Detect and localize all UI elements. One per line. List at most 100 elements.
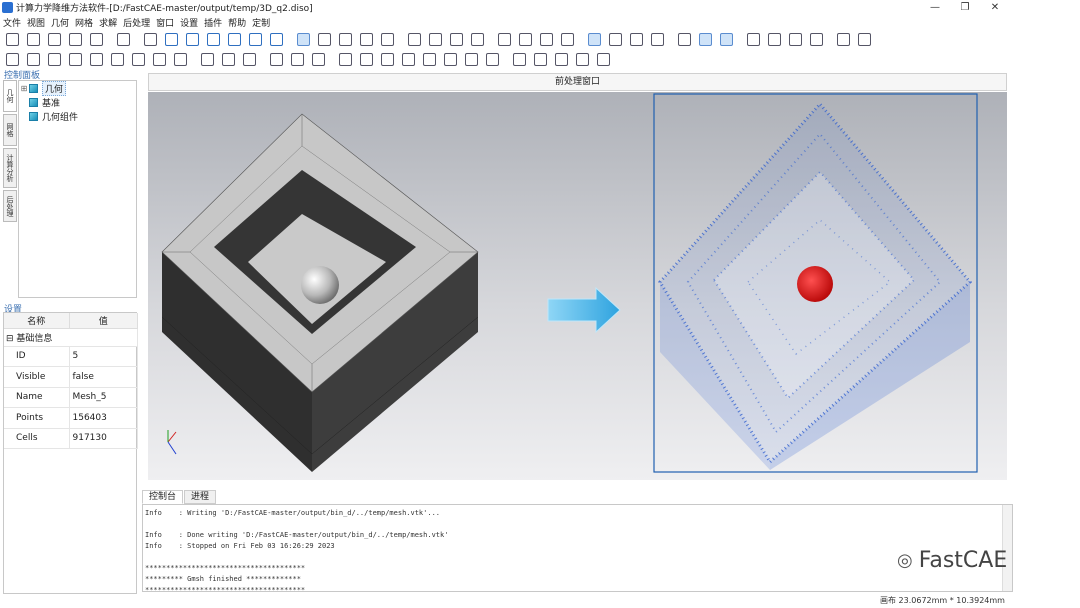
tab-geometry[interactable]: 几何 [3,80,17,112]
cone-icon[interactable] [69,52,82,66]
display-mode-2-icon[interactable] [699,32,712,46]
pick-cell-icon[interactable] [471,32,484,46]
cylinder-icon[interactable] [48,52,61,66]
tab-mesh[interactable]: 网格 [3,114,17,146]
cube-export-icon[interactable] [810,32,823,46]
mesh-edit-icon[interactable] [519,32,532,46]
property-value[interactable]: 156403 [69,407,138,429]
menu-customize[interactable]: 定制 [252,16,270,29]
sweep-icon[interactable] [243,52,256,66]
bool-common-icon[interactable] [312,52,325,66]
list-icon[interactable] [117,32,130,46]
datum-plane-icon[interactable] [555,52,568,66]
bool-union-icon[interactable] [270,52,283,66]
menu-postprocess[interactable]: 后处理 [123,16,150,29]
property-row[interactable]: Cells 917130 [4,428,138,449]
property-row[interactable]: Points 156403 [4,407,138,429]
tree-expand-icon[interactable]: ⊞ [19,84,29,93]
move-icon[interactable] [360,52,373,66]
axis-y-plus-icon[interactable] [207,32,220,46]
chamfer-icon[interactable] [444,52,457,66]
copy-icon[interactable] [90,32,103,46]
mesh-view-icon[interactable] [498,32,511,46]
datum-icon[interactable] [534,52,547,66]
save-as-icon[interactable] [69,32,82,46]
menu-solve[interactable]: 求解 [99,16,117,29]
collapse-icon[interactable]: ⊟ [6,334,14,344]
console-output[interactable]: Info : Writing 'D:/FastCAE-master/output… [142,504,1013,592]
wireframe-icon[interactable] [588,32,601,46]
array-icon[interactable] [402,52,415,66]
tab-console[interactable]: 控制台 [142,490,184,504]
menu-help[interactable]: 帮助 [228,16,246,29]
property-row[interactable]: Visible false [4,366,138,388]
axis-y-minus-icon[interactable] [228,32,241,46]
bool-cut-icon[interactable] [291,52,304,66]
tree-item-datum[interactable]: 基准 [19,95,136,109]
menu-window[interactable]: 窗口 [156,16,174,29]
undo-icon[interactable] [837,32,850,46]
display-mode-3-icon[interactable] [720,32,733,46]
tree-item-geometry-components[interactable]: 几何组件 [19,109,136,123]
pick-face-icon[interactable] [450,32,463,46]
l-shape-icon[interactable] [597,52,610,66]
new-file-icon[interactable] [6,32,19,46]
menu-file[interactable]: 文件 [3,16,21,29]
shell-icon[interactable] [486,52,499,66]
mirror-icon[interactable] [339,52,352,66]
axis-x-plus-icon[interactable] [165,32,178,46]
tree-item-geometry[interactable]: ⊞ 几何 [19,80,136,96]
points-view-icon[interactable] [651,32,664,46]
select-edge-icon[interactable] [339,32,352,46]
tab-analysis[interactable]: 计算分析 [3,148,17,188]
filter-icon[interactable] [297,32,310,46]
box-select-icon[interactable] [360,32,373,46]
revolve-icon[interactable] [222,52,235,66]
hexagon-icon[interactable] [789,32,802,46]
sphere-icon[interactable] [90,52,103,66]
open-folder-icon[interactable] [27,32,40,46]
property-row[interactable]: ID 5 [4,346,138,367]
tab-process[interactable]: 进程 [184,490,217,504]
cube-cut-icon[interactable] [768,32,781,46]
line-icon[interactable] [132,52,145,66]
mesh-point-cloud[interactable] [653,93,978,473]
axis-z-minus-icon[interactable] [270,32,283,46]
sketch-icon[interactable] [6,52,19,66]
box-select-alt-icon[interactable] [381,32,394,46]
close-button[interactable]: ✕ [980,0,1010,15]
polygon-icon[interactable] [174,52,187,66]
datum-axis-icon[interactable] [576,52,589,66]
property-group[interactable]: ⊟ 基础信息 [4,328,138,347]
extrude-icon[interactable] [201,52,214,66]
surface-icon[interactable] [609,32,622,46]
menu-geometry[interactable]: 几何 [51,16,69,29]
scene-canvas[interactable] [148,92,1007,480]
property-value[interactable]: false [69,366,138,388]
tab-postprocess[interactable]: 后处理 [3,190,17,222]
select-point-icon[interactable] [318,32,331,46]
axis-x-minus-icon[interactable] [186,32,199,46]
property-value[interactable]: 917130 [69,428,138,449]
redo-icon[interactable] [858,32,871,46]
split-icon[interactable] [465,52,478,66]
pick-node-icon[interactable] [408,32,421,46]
axis-z-plus-icon[interactable] [249,32,262,46]
display-mode-1-icon[interactable] [678,32,691,46]
property-value[interactable]: 5 [69,346,138,367]
pick-curve-icon[interactable] [429,32,442,46]
measure-icon[interactable] [513,52,526,66]
menu-view[interactable]: 视图 [27,16,45,29]
property-value[interactable]: Mesh_5 [69,387,138,408]
grid-select-icon[interactable] [144,32,157,46]
property-row[interactable]: Name Mesh_5 [4,387,138,408]
mesh-quality-icon[interactable] [540,32,553,46]
surface-edges-icon[interactable] [630,32,643,46]
save-icon[interactable] [48,32,61,46]
maximize-button[interactable]: ❐ [950,0,980,15]
rectangle-icon[interactable] [111,52,124,66]
minimize-button[interactable]: — [920,0,950,15]
mesh-check-icon[interactable] [561,32,574,46]
box-geometry-model[interactable] [161,113,479,472]
rounded-rect-icon[interactable] [27,52,40,66]
